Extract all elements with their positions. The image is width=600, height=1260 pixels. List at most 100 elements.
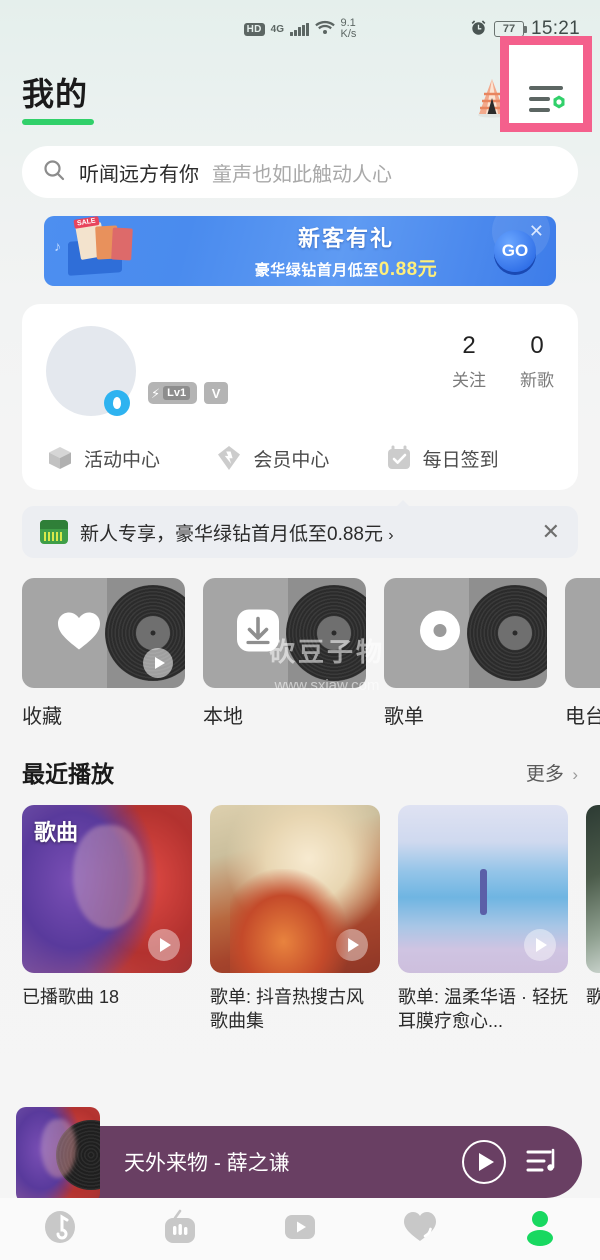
recent-item-caption: 已播歌曲 18 bbox=[22, 987, 120, 1007]
level-badge-label: Lv1 bbox=[163, 386, 191, 400]
action-label: 活动中心 bbox=[84, 449, 161, 471]
network-type-label: 4G bbox=[270, 23, 284, 35]
calendar-check-icon bbox=[385, 444, 413, 472]
album-art: 歌曲 bbox=[22, 805, 192, 973]
mini-player-title: 天外来物 - 薛之谦 bbox=[124, 1152, 290, 1175]
notice-strip[interactable]: 新人专享，豪华绿钻首月低至0.88元 › ✕ bbox=[22, 506, 578, 558]
heart-dynamic-icon bbox=[401, 1208, 439, 1251]
play-icon[interactable] bbox=[148, 929, 180, 961]
battery-indicator: 77 bbox=[493, 21, 527, 37]
disc-icon bbox=[418, 609, 462, 658]
stat-number: 0 bbox=[530, 332, 544, 359]
bolt-icon: ⚡ bbox=[151, 385, 161, 401]
play-icon[interactable] bbox=[462, 1140, 506, 1184]
recent-item[interactable]: 歌曲 已播歌曲 18 bbox=[22, 805, 192, 1034]
wifi-icon bbox=[314, 20, 335, 39]
play-icon[interactable] bbox=[336, 929, 368, 961]
title-underline bbox=[22, 119, 94, 125]
tab-radio[interactable] bbox=[120, 1208, 240, 1251]
play-icon[interactable] bbox=[143, 648, 173, 678]
heart-icon bbox=[56, 610, 102, 657]
radio-icon bbox=[161, 1208, 199, 1251]
recent-item-caption: 歌单: 温柔华语 · 轻抚耳膜疗愈心... bbox=[398, 987, 568, 1032]
profile-stats: 2 关注 0 新歌 bbox=[452, 326, 554, 391]
vinyl-record bbox=[56, 1120, 100, 1190]
profile-section: ⚡ Lv1 V 2 关注 0 新歌 活动中心 会员中心 每日签到 bbox=[0, 286, 600, 490]
music-note-icon bbox=[41, 1208, 79, 1251]
quick-card-thumb bbox=[384, 578, 547, 688]
signal-strength-icon bbox=[290, 22, 309, 36]
more-button[interactable]: 更多 › bbox=[526, 759, 578, 786]
music-note-icon: ♪ bbox=[54, 238, 61, 254]
promo-banner-section: SALE ♪ 新客有礼 豪华绿钻首月低至0.88元 ✕ GO bbox=[0, 198, 600, 286]
quick-card-label: 歌单 bbox=[384, 706, 424, 728]
avatar[interactable] bbox=[46, 326, 142, 422]
quick-card-local[interactable]: 本地 bbox=[203, 578, 366, 729]
level-badge[interactable]: ⚡ Lv1 bbox=[148, 382, 198, 404]
quick-card-radio[interactable]: 电台 bbox=[565, 578, 600, 729]
vinyl-record bbox=[467, 585, 547, 681]
action-label: 会员中心 bbox=[253, 449, 330, 471]
recent-item[interactable]: 歌单: 温柔华语 · 轻抚耳膜疗愈心... bbox=[398, 805, 568, 1034]
video-play-icon bbox=[281, 1208, 319, 1251]
search-section: 听闻远方有你 童声也如此触动人心 bbox=[0, 136, 600, 198]
quick-card-playlist[interactable]: 歌单 bbox=[384, 578, 547, 729]
stat-number: 2 bbox=[462, 332, 476, 359]
recent-item[interactable]: 歌单: 精选 bbox=[586, 805, 600, 1034]
quick-access-row: 收藏 本地 歌单 电台 bbox=[0, 558, 600, 729]
close-icon[interactable]: ✕ bbox=[542, 519, 560, 545]
mini-player-cover[interactable] bbox=[16, 1107, 100, 1203]
profile-top-row: ⚡ Lv1 V 2 关注 0 新歌 bbox=[46, 326, 554, 422]
album-art bbox=[210, 805, 380, 973]
action-activity-center[interactable]: 活动中心 bbox=[46, 444, 215, 472]
action-label: 每日签到 bbox=[422, 449, 499, 471]
search-input[interactable]: 听闻远方有你 童声也如此触动人心 bbox=[22, 146, 578, 198]
diamond-icon bbox=[215, 444, 243, 472]
status-bar-indicators: HD 4G 9.1 K/s bbox=[243, 17, 357, 40]
stat-label: 新歌 bbox=[520, 371, 554, 390]
page-header: 我的 bbox=[0, 36, 600, 136]
section-title: 最近播放 bbox=[22, 761, 114, 787]
gift-box-icon bbox=[46, 444, 74, 472]
play-icon[interactable] bbox=[524, 929, 556, 961]
bottom-tab-bar bbox=[0, 1198, 600, 1260]
action-daily-checkin[interactable]: 每日签到 bbox=[385, 444, 554, 472]
stat-follow[interactable]: 2 关注 bbox=[452, 332, 486, 391]
notice-section: 新人专享，豪华绿钻首月低至0.88元 › ✕ bbox=[0, 490, 600, 558]
search-text-secondary: 童声也如此触动人心 bbox=[212, 163, 392, 186]
list-settings-icon[interactable] bbox=[523, 82, 569, 118]
playlist-music-icon[interactable] bbox=[526, 1147, 560, 1177]
network-speed: 9.1 K/s bbox=[340, 17, 357, 40]
stat-newsongs[interactable]: 0 新歌 bbox=[520, 332, 554, 391]
profile-badges: ⚡ Lv1 V bbox=[148, 326, 229, 404]
promo-headline: 新客有礼 bbox=[297, 226, 394, 251]
album-art bbox=[586, 805, 600, 973]
promo-go-button[interactable]: GO bbox=[494, 230, 536, 272]
alarm-clock-icon bbox=[470, 19, 487, 40]
mini-player[interactable]: 天外来物 - 薛之谦 bbox=[16, 1107, 582, 1203]
recent-section-header: 最近播放 更多 › bbox=[0, 729, 600, 789]
action-member-center[interactable]: 会员中心 bbox=[215, 444, 384, 472]
search-text-primary: 听闻远方有你 bbox=[79, 163, 199, 186]
qq-penguin-badge bbox=[104, 390, 130, 416]
tab-video[interactable] bbox=[240, 1208, 360, 1251]
quick-card-thumb bbox=[203, 578, 366, 688]
quick-card-thumb bbox=[22, 578, 185, 688]
promo-banner[interactable]: SALE ♪ 新客有礼 豪华绿钻首月低至0.88元 ✕ GO bbox=[44, 216, 556, 286]
tab-profile[interactable] bbox=[480, 1208, 600, 1251]
notice-pointer bbox=[394, 500, 412, 509]
album-art bbox=[398, 805, 568, 973]
profile-person-icon bbox=[521, 1208, 559, 1251]
tab-dynamic[interactable] bbox=[360, 1208, 480, 1251]
search-icon bbox=[42, 158, 66, 187]
more-label: 更多 bbox=[525, 763, 564, 785]
quick-card-favorites[interactable]: 收藏 bbox=[22, 578, 185, 729]
recent-item[interactable]: 歌单: 抖音热搜古风歌曲集 bbox=[210, 805, 380, 1034]
album-badge: 歌曲 bbox=[34, 820, 79, 845]
tab-music[interactable] bbox=[0, 1208, 120, 1251]
page-title: 我的 bbox=[22, 76, 89, 112]
chevron-right-icon: › bbox=[388, 526, 394, 544]
recent-item-caption: 歌单: 抖音热搜古风歌曲集 bbox=[210, 987, 365, 1032]
v-badge[interactable]: V bbox=[204, 382, 229, 404]
promo-subline: 豪华绿钻首月低至0.88元 bbox=[254, 259, 438, 280]
